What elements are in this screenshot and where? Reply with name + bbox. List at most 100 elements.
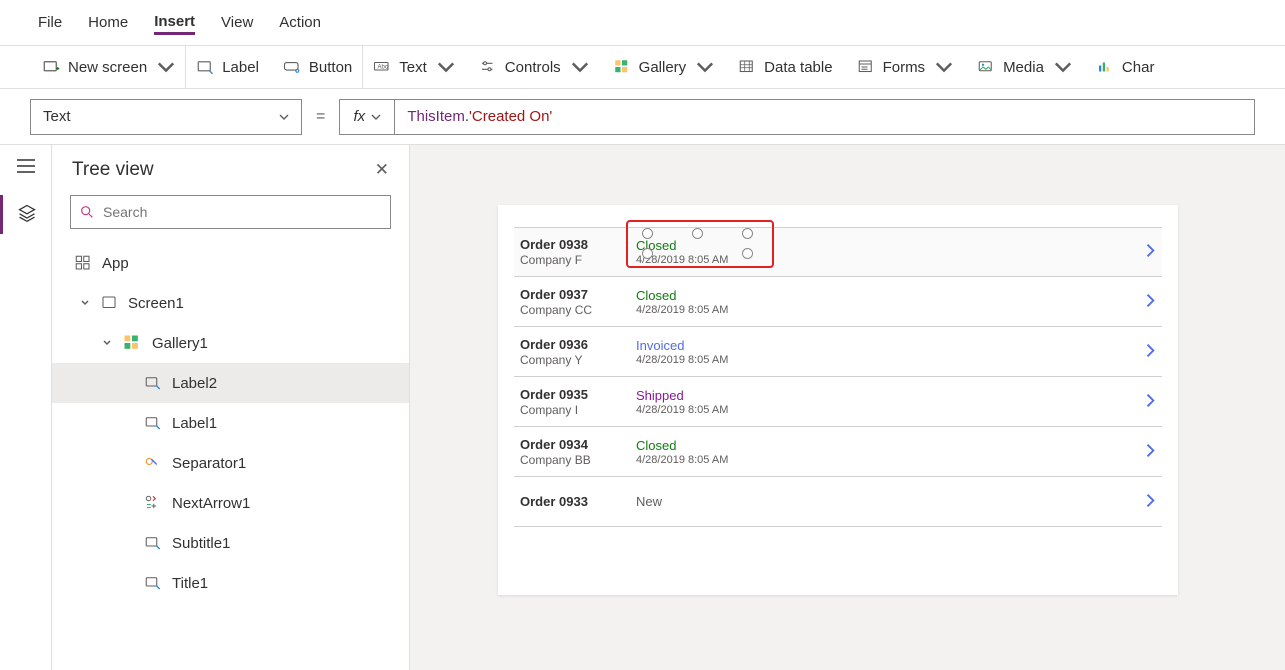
- tree-item-title1-label: Title1: [172, 575, 208, 592]
- chart-icon: [1096, 58, 1114, 76]
- chevron-down-icon: [437, 58, 455, 76]
- formula-bar: Text = fx ThisItem.'Created On': [0, 89, 1285, 145]
- tree-item-label2[interactable]: Label2: [52, 363, 409, 403]
- chevron-down-icon: [279, 112, 289, 122]
- fx-label: fx: [354, 108, 366, 125]
- screen-icon: [100, 294, 118, 312]
- media-button[interactable]: Media: [977, 58, 1072, 76]
- order-title: Order 0936: [520, 337, 636, 352]
- tree-title: Tree view: [72, 159, 154, 181]
- label-icon: [144, 574, 162, 592]
- media-icon: [977, 58, 995, 76]
- selection-box[interactable]: [626, 220, 774, 268]
- ribbon-forms-label: Forms: [883, 59, 926, 76]
- next-arrow-icon[interactable]: [1144, 443, 1158, 460]
- close-tree-button[interactable]: ✕: [375, 160, 389, 180]
- new-screen-label: New screen: [68, 59, 147, 76]
- chart-button[interactable]: Char: [1096, 58, 1155, 76]
- tree-item-label2-label: Label2: [172, 375, 217, 392]
- tree-item-nextarrow1-label: NextArrow1: [172, 495, 250, 512]
- chevron-down-icon: [371, 112, 381, 122]
- label-icon: [196, 58, 214, 76]
- property-selector[interactable]: Text: [30, 99, 302, 135]
- app-icon: [74, 254, 92, 272]
- new-screen-button[interactable]: New screen: [42, 58, 175, 76]
- tree-search[interactable]: [70, 195, 391, 229]
- menubar: File Home Insert View Action: [0, 0, 1285, 45]
- next-arrow-icon[interactable]: [1144, 244, 1158, 261]
- gallery-row[interactable]: Order 0934Company BBClosed4/28/2019 8:05…: [514, 427, 1162, 477]
- formula-input[interactable]: ThisItem.'Created On': [394, 99, 1255, 135]
- order-date: 4/28/2019 8:05 AM: [636, 304, 766, 316]
- button-button[interactable]: Button: [283, 58, 352, 76]
- order-title: Order 0934: [520, 437, 636, 452]
- expand-icon[interactable]: [102, 338, 112, 348]
- order-title: Order 0938: [520, 237, 636, 252]
- hamburger-icon[interactable]: [17, 159, 35, 173]
- next-arrow-icon[interactable]: [1144, 393, 1158, 410]
- main: Tree view ✕ App Screen1 Gallery1: [0, 145, 1285, 670]
- order-company: Company I: [520, 403, 636, 417]
- ribbon-label-text: Label: [222, 59, 259, 76]
- new-screen-icon: [42, 58, 60, 76]
- fx-button[interactable]: fx: [339, 99, 394, 135]
- tree-view-tab[interactable]: [0, 195, 51, 234]
- order-company: Company BB: [520, 453, 636, 467]
- svg-text:Abc: Abc: [378, 65, 388, 71]
- tree-panel: Tree view ✕ App Screen1 Gallery1: [52, 145, 410, 670]
- tree-item-screen1-label: Screen1: [128, 295, 184, 312]
- ribbon-controls-label: Controls: [505, 59, 561, 76]
- next-arrow-icon[interactable]: [1144, 493, 1158, 510]
- chevron-down-icon: [571, 58, 589, 76]
- nextarrow-icon: [144, 494, 162, 512]
- next-arrow-icon[interactable]: [1144, 293, 1158, 310]
- gallery-row[interactable]: Order 0938Company FClosed4/28/2019 8:05 …: [514, 227, 1162, 277]
- tree-item-nextarrow1[interactable]: NextArrow1: [52, 483, 409, 523]
- tree-item-app[interactable]: App: [52, 243, 409, 283]
- tree-item-separator1-label: Separator1: [172, 455, 246, 472]
- next-arrow-icon[interactable]: [1144, 343, 1158, 360]
- tree-item-label1[interactable]: Label1: [52, 403, 409, 443]
- gallery-row[interactable]: Order 0935Company IShipped4/28/2019 8:05…: [514, 377, 1162, 427]
- tree-item-title1[interactable]: Title1: [52, 563, 409, 603]
- order-title: Order 0933: [520, 494, 636, 509]
- tree-item-subtitle1[interactable]: Subtitle1: [52, 523, 409, 563]
- menu-home[interactable]: Home: [88, 10, 128, 35]
- ribbon-chart-label: Char: [1122, 59, 1155, 76]
- data-table-button[interactable]: Data table: [738, 58, 832, 76]
- label-button[interactable]: Label: [196, 58, 259, 76]
- order-status: Shipped: [636, 388, 766, 403]
- menu-action[interactable]: Action: [279, 10, 321, 35]
- order-date: 4/28/2019 8:05 AM: [636, 454, 766, 466]
- forms-button[interactable]: Forms: [857, 58, 954, 76]
- order-status: Closed: [636, 438, 766, 453]
- gallery-icon: [122, 333, 142, 353]
- tree-item-separator1[interactable]: Separator1: [52, 443, 409, 483]
- menu-view[interactable]: View: [221, 10, 253, 35]
- order-company: Company CC: [520, 303, 636, 317]
- controls-button[interactable]: Controls: [479, 58, 589, 76]
- gallery-button[interactable]: Gallery: [613, 58, 715, 76]
- tree-item-gallery1[interactable]: Gallery1: [52, 323, 409, 363]
- tree-search-input[interactable]: [103, 204, 382, 220]
- app-canvas[interactable]: Order 0938Company FClosed4/28/2019 8:05 …: [498, 205, 1178, 595]
- search-icon: [79, 204, 95, 220]
- equals-sign: =: [316, 108, 325, 126]
- gallery-row[interactable]: Order 0936Company YInvoiced4/28/2019 8:0…: [514, 327, 1162, 377]
- ribbon-gallery-label: Gallery: [639, 59, 687, 76]
- left-rail: [0, 145, 52, 670]
- menu-file[interactable]: File: [38, 10, 62, 35]
- tree-item-gallery1-label: Gallery1: [152, 335, 208, 352]
- menu-insert[interactable]: Insert: [154, 9, 195, 35]
- tree-item-screen1[interactable]: Screen1: [52, 283, 409, 323]
- tree-item-subtitle1-label: Subtitle1: [172, 535, 230, 552]
- expand-icon[interactable]: [80, 298, 90, 308]
- canvas-area: Order 0938Company FClosed4/28/2019 8:05 …: [410, 145, 1285, 670]
- layers-icon: [17, 203, 37, 223]
- gallery-row[interactable]: Order 0937Company CCClosed4/28/2019 8:05…: [514, 277, 1162, 327]
- text-button[interactable]: Abc Text: [373, 58, 455, 76]
- order-title: Order 0935: [520, 387, 636, 402]
- tree: App Screen1 Gallery1 Label2 Label1: [52, 239, 409, 603]
- order-company: Company F: [520, 253, 636, 267]
- gallery-row[interactable]: Order 0933New: [514, 477, 1162, 527]
